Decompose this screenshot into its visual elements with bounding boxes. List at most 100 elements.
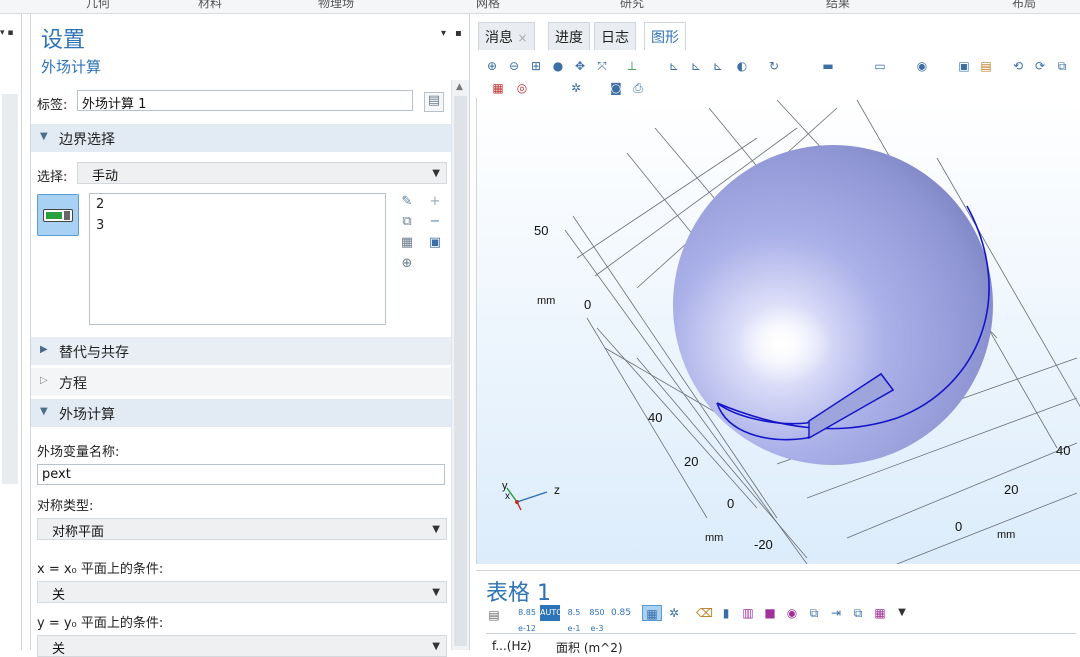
reset-hiding-icon[interactable]: ⧉	[1054, 58, 1070, 74]
x-condition-dropdown[interactable]: 关 ▼	[37, 581, 447, 603]
export-icon[interactable]: ⇥	[828, 605, 844, 621]
histogram-icon[interactable]: ◉	[784, 605, 800, 621]
remove-icon[interactable]: −	[427, 214, 443, 230]
locate-icon[interactable]: ⊕	[399, 256, 415, 272]
scrollbar-thumb[interactable]	[454, 96, 467, 646]
select-box-icon[interactable]: ▣	[956, 58, 972, 74]
clear-selection-icon[interactable]: ▤	[978, 58, 994, 74]
clear-mesh-icon[interactable]: ▦	[490, 80, 506, 96]
format-engineering-button[interactable]: 850 e-3	[586, 605, 608, 633]
plot-table-icon[interactable]: ▥	[740, 605, 756, 621]
pin-icon[interactable]: ▪	[455, 28, 462, 39]
column-header[interactable]: 面积 (m^2)	[556, 639, 623, 656]
format-auto-button[interactable]: AUTO	[540, 605, 563, 621]
list-item[interactable]: 3	[90, 215, 385, 236]
wireframe-icon[interactable]: ◎	[514, 80, 530, 96]
label-edit-icon[interactable]: ▤	[424, 92, 444, 112]
camera-icon[interactable]: ◙	[608, 80, 624, 96]
format-decimal-button[interactable]: 0.85	[610, 605, 632, 621]
scroll-up-icon[interactable]: ▲	[456, 82, 463, 92]
tab-log[interactable]: 日志	[594, 22, 636, 50]
view-yz-icon[interactable]: ⊾	[688, 58, 704, 74]
delete-icon[interactable]: ▮	[718, 605, 734, 621]
sort-icon[interactable]: ✲	[666, 605, 682, 621]
ribbon-tab-materials[interactable]: 材料	[198, 0, 222, 11]
table-toolbar: ▤ 8.85 e-12 AUTO 8.5 e-1 850 e-3 0.85 ▦ …	[486, 605, 1076, 633]
format-full-precision-button[interactable]: 8.85 e-12	[514, 605, 540, 633]
ribbon-tab-study[interactable]: 研究	[620, 0, 644, 11]
axis-tick-label: -20	[754, 537, 773, 552]
tab-progress[interactable]: 进度	[548, 22, 590, 50]
x-condition-value: 关	[52, 588, 66, 603]
zoom-selection-icon[interactable]: ▣	[427, 235, 443, 251]
print-icon[interactable]: ⎙	[630, 80, 646, 96]
settings-scrollbar[interactable]: ▲	[451, 80, 469, 650]
ribbon-tab-layout[interactable]: 布局	[1012, 0, 1036, 11]
variable-name-caption: 外场变量名称:	[37, 445, 120, 460]
show-icon[interactable]: ⟳	[1032, 58, 1048, 74]
axis-orientation-icon[interactable]: ⊥	[624, 58, 640, 74]
paste-selection-icon[interactable]: ✎	[399, 194, 415, 210]
model-builder-scrollbar[interactable]	[2, 94, 18, 484]
variable-name-field[interactable]: pext	[37, 464, 445, 485]
selection-value: 手动	[92, 169, 119, 184]
zoom-in-icon[interactable]: ⊕	[484, 58, 500, 74]
view-xy-icon[interactable]: ⊾	[666, 58, 682, 74]
table-settings-icon[interactable]: ▤	[486, 607, 502, 623]
zoom-selected-icon[interactable]: ●	[550, 58, 566, 74]
symmetry-dropdown[interactable]: 对称平面 ▼	[37, 518, 447, 540]
expand-icon: ▷	[40, 375, 48, 386]
axis-triad: z y x	[502, 480, 560, 511]
column-header[interactable]: f...(Hz)	[492, 639, 531, 653]
selection-dropdown[interactable]: 手动 ▼	[77, 162, 447, 184]
copy-selection-icon[interactable]: ⧉	[399, 214, 415, 230]
table-header-row: f...(Hz) 面积 (m^2)	[486, 633, 1076, 656]
color-table-icon[interactable]: ■	[762, 605, 778, 621]
panel-menu-icon[interactable]: ▾ ▪	[0, 28, 13, 38]
section-title: 外场计算	[59, 407, 115, 423]
panel-menu-icon[interactable]: ▾	[441, 28, 446, 39]
chevron-down-icon[interactable]: ▼	[894, 605, 910, 621]
zoom-extents-icon[interactable]: ⤧	[594, 58, 610, 74]
ribbon-tab-results[interactable]: 结果	[826, 0, 850, 11]
label-field[interactable]: 外场计算 1	[77, 90, 413, 112]
reset-view-icon[interactable]: ↻	[766, 58, 782, 74]
select-boundaries-icon[interactable]: ▭	[872, 58, 888, 74]
settings-title: 设置	[41, 28, 86, 53]
section-boundary-selection[interactable]: ▼ 边界选择	[31, 124, 451, 152]
selection-list[interactable]: 2 3	[89, 193, 386, 325]
list-item[interactable]: 2	[90, 194, 385, 215]
symmetry-value: 对称平面	[52, 525, 105, 540]
view-xz-icon[interactable]: ⊾	[710, 58, 726, 74]
copy-with-headers-icon[interactable]: ⧉	[850, 605, 866, 621]
move-icon[interactable]: ✥	[572, 58, 588, 74]
section-override-coexistence[interactable]: ▶ 替代与共存	[31, 337, 451, 365]
hide-icon[interactable]: ⟲	[1010, 58, 1026, 74]
table-grid-icon[interactable]: ▦	[642, 605, 662, 621]
tab-messages[interactable]: 消息 ×	[478, 22, 535, 50]
settings-subtitle: 外场计算	[41, 58, 102, 76]
tab-graphics[interactable]: 图形	[644, 22, 686, 50]
scene-light-icon[interactable]: ◐	[734, 58, 750, 74]
activate-selection-toggle[interactable]	[37, 194, 79, 236]
ribbon-tab-geometry[interactable]: 几何	[86, 0, 110, 11]
table-panel: 表格 1 ▤ 8.85 e-12 AUTO 8.5 e-1 850 e-3 0.…	[476, 570, 1080, 656]
clear-icon[interactable]: ⌫	[696, 605, 713, 621]
format-precision-button[interactable]: 8.5 e-1	[564, 605, 584, 633]
graphics-viewport[interactable]: 50 0 mm 40 20 0 -20 mm 40 20 0 mm z y x	[476, 98, 1080, 564]
table-layout-icon[interactable]: ▦	[872, 605, 888, 621]
zoom-out-icon[interactable]: ⊖	[506, 58, 522, 74]
settings-gear-icon[interactable]: ✲	[568, 80, 584, 96]
ribbon-tab-mesh[interactable]: 网格	[476, 0, 500, 11]
add-icon[interactable]: +	[427, 194, 443, 210]
section-equation[interactable]: ▷ 方程	[31, 368, 451, 396]
select-domains-icon[interactable]: ◉	[914, 58, 930, 74]
close-icon[interactable]: ×	[517, 31, 527, 45]
render-icon[interactable]: ▬	[820, 58, 836, 74]
ribbon-tab-physics[interactable]: 物理场	[318, 0, 354, 11]
copy-table-icon[interactable]: ⧉	[806, 605, 822, 621]
section-farfield[interactable]: ▼ 外场计算	[31, 399, 451, 427]
y-condition-dropdown[interactable]: 关 ▼	[37, 635, 447, 657]
zoom-box-icon[interactable]: ⊞	[528, 58, 544, 74]
paste-icon[interactable]: ▦	[399, 235, 415, 251]
